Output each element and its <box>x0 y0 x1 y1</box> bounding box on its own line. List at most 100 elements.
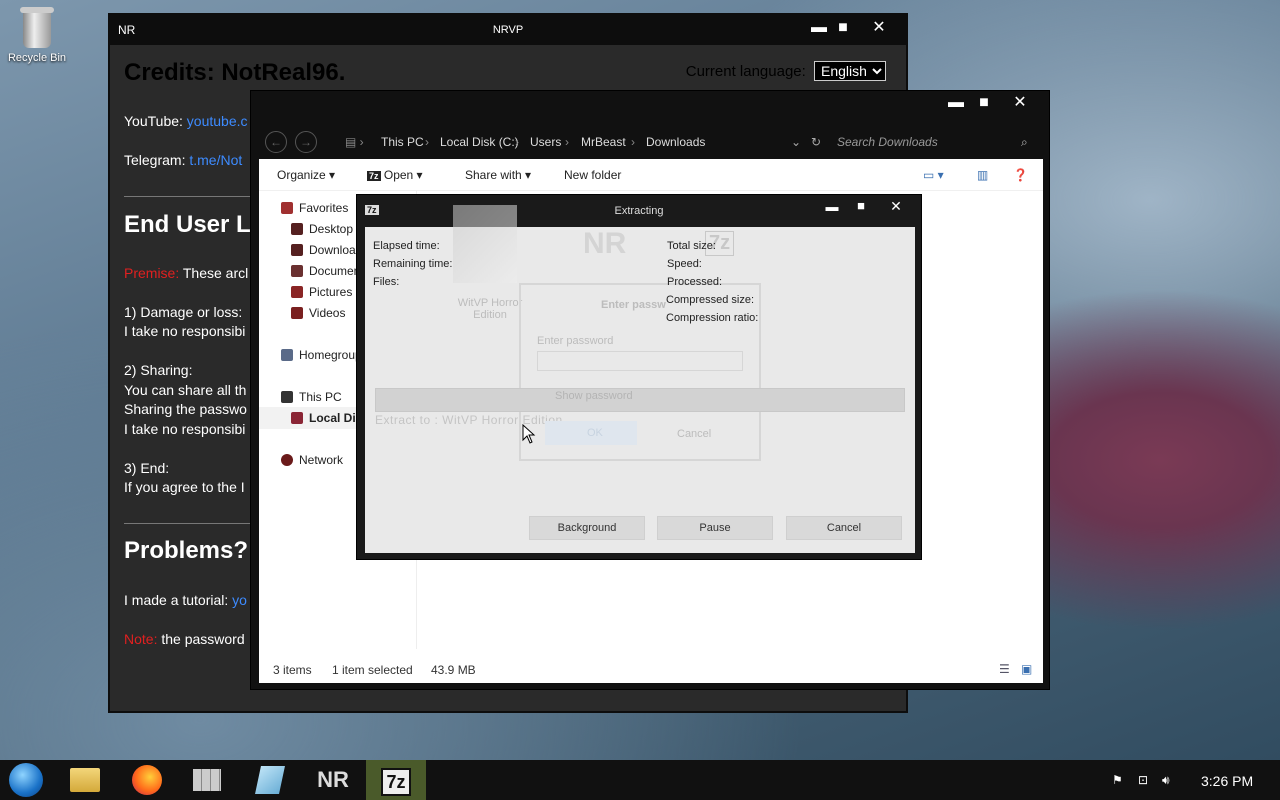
progress-bar <box>375 388 905 412</box>
wall-app-taskbar[interactable] <box>183 760 231 800</box>
problems-heading: Problems? <box>124 537 249 564</box>
downloads-icon <box>291 244 303 256</box>
breadcrumb-this-pc[interactable]: This PC <box>381 135 424 149</box>
7zip-taskbar[interactable]: 7z <box>366 760 426 800</box>
details-view-icon[interactable]: ☰ <box>999 662 1010 676</box>
new-folder-button[interactable]: New folder <box>564 168 621 182</box>
start-orb-icon <box>9 763 43 797</box>
maximize-button[interactable]: ■ <box>828 18 858 40</box>
close-button[interactable]: ✕ <box>864 18 894 40</box>
history-dropdown-icon[interactable]: ⌄ <box>791 135 801 149</box>
notepad-taskbar[interactable] <box>246 760 294 800</box>
nav-desktop[interactable]: Desktop <box>291 222 353 236</box>
computer-icon <box>281 391 293 403</box>
firewall-icon <box>193 769 221 791</box>
nav-favorites[interactable]: Favorites <box>281 201 348 215</box>
nrvp-title: NRVP <box>492 24 524 36</box>
telegram-link[interactable]: t.me/Not <box>189 152 242 168</box>
end-text: If you agree to the I <box>124 479 245 495</box>
search-icon[interactable]: ⌕ <box>1021 135 1028 150</box>
extract-minimize-button[interactable]: ▬ <box>817 197 847 219</box>
recycle-bin-desktop-icon[interactable]: Recycle Bin <box>6 7 68 64</box>
network-tray-icon[interactable]: ⊡ <box>1138 773 1148 787</box>
premise-line: Premise: These arcl <box>124 265 249 281</box>
explorer-maximize-button[interactable]: ■ <box>969 93 999 115</box>
explorer-title-bar[interactable]: ▬ ■ ✕ <box>251 91 1049 127</box>
file-explorer-taskbar[interactable] <box>61 760 109 800</box>
remaining-time-label: Remaining time: <box>373 258 453 270</box>
ghost-ok-button: OK <box>545 421 637 445</box>
recycle-bin-label: Recycle Bin <box>7 52 67 64</box>
firefox-taskbar[interactable] <box>123 760 171 800</box>
clock[interactable]: 3:26 PM <box>1201 773 1253 789</box>
nr-taskbar[interactable]: NR <box>309 760 357 800</box>
background-button[interactable]: Background <box>529 516 645 540</box>
explorer-close-button[interactable]: ✕ <box>1005 93 1035 115</box>
back-icon[interactable]: ← <box>265 131 287 153</box>
status-bar: 3 items 1 item selected 43.9 MB ☰ ▣ <box>259 659 1043 683</box>
total-size-label: Total size: <box>667 240 716 252</box>
damage-text: I take no responsibi <box>124 323 246 339</box>
refresh-icon[interactable]: ↻ <box>811 135 821 149</box>
network-icon <box>281 454 293 466</box>
status-selected: 1 item selected <box>332 663 413 677</box>
breadcrumb-mrbeast[interactable]: MrBeast <box>581 135 626 149</box>
youtube-link[interactable]: youtube.c <box>187 113 248 129</box>
breadcrumb-downloads[interactable]: Downloads <box>646 135 705 149</box>
nav-videos[interactable]: Videos <box>291 306 345 320</box>
flag-icon[interactable]: ⚑ <box>1112 773 1123 787</box>
sharing-text-1: You can share all th <box>124 382 247 398</box>
ghost-show-password: Show password <box>555 390 633 402</box>
elapsed-time-label: Elapsed time: <box>373 240 440 252</box>
nav-this-pc[interactable]: This PC <box>281 390 342 404</box>
sharing-heading: 2) Sharing: <box>124 362 193 378</box>
compressed-size-label: Compressed size: <box>666 294 755 306</box>
credits-heading: Credits: NotReal96. <box>124 59 346 86</box>
drive-icon <box>291 412 303 424</box>
address-bar: ← → ▤ › This PC › Local Disk (C:) › User… <box>259 129 1041 157</box>
view-options-icon[interactable]: ▭ ▾ <box>923 168 944 182</box>
nav-network[interactable]: Network <box>281 453 343 467</box>
search-input[interactable]: Search Downloads <box>837 135 938 149</box>
cancel-button[interactable]: Cancel <box>786 516 902 540</box>
nrvp-title-bar[interactable]: NR NRVP ▬ ■ ✕ <box>110 15 906 45</box>
nav-pictures[interactable]: Pictures <box>291 285 352 299</box>
7zip-taskbar-icon: 7z <box>381 768 411 796</box>
start-button[interactable] <box>2 760 50 800</box>
mouse-cursor-icon <box>522 424 536 444</box>
open-button[interactable]: 7z Open ▾ <box>367 168 423 182</box>
sharing-text-2: Sharing the passwo <box>124 401 247 417</box>
tutorial-line: I made a tutorial: yo <box>124 592 247 608</box>
ghost-password-title: Enter passw <box>601 299 666 311</box>
ghost-password-field <box>537 351 743 371</box>
compression-ratio-label: Compression ratio: <box>666 312 759 324</box>
files-label: Files: <box>373 276 400 288</box>
damage-heading: 1) Damage or loss: <box>124 304 243 320</box>
eula-heading: End User L <box>124 211 251 238</box>
share-with-button[interactable]: Share with ▾ <box>465 168 531 182</box>
breadcrumb-users[interactable]: Users <box>530 135 561 149</box>
help-icon[interactable]: ❓ <box>1013 168 1028 182</box>
pause-button[interactable]: Pause <box>657 516 773 540</box>
breadcrumb-local-disk[interactable]: Local Disk (C:) <box>440 135 519 149</box>
note-line: Note: the password <box>124 631 245 647</box>
volume-icon[interactable]: 🔊︎ <box>1162 773 1170 788</box>
telegram-line: Telegram: t.me/Not <box>124 152 243 168</box>
extract-maximize-button[interactable]: ■ <box>846 196 876 218</box>
organize-button[interactable]: Organize ▾ <box>277 168 335 182</box>
extract-close-button[interactable]: ✕ <box>881 196 911 218</box>
end-heading: 3) End: <box>124 460 170 476</box>
folder-icon <box>70 768 100 792</box>
language-dropdown[interactable]: English <box>814 61 886 81</box>
homegroup-icon <box>281 349 293 361</box>
preview-pane-icon[interactable]: ▥ <box>977 168 988 182</box>
extracting-title-bar[interactable]: 7z Extracting ▬ ■ ✕ <box>357 195 921 227</box>
large-icons-view-icon[interactable]: ▣ <box>1021 662 1032 676</box>
tutorial-link[interactable]: yo <box>232 592 247 608</box>
nav-homegroup[interactable]: Homegroup <box>281 348 362 362</box>
speed-label: Speed: <box>667 258 702 270</box>
ghost-cancel-label: Cancel <box>677 428 712 440</box>
explorer-minimize-button[interactable]: ▬ <box>941 93 971 115</box>
forward-icon[interactable]: → <box>295 131 317 153</box>
language-selector: Current language: English <box>686 61 886 81</box>
